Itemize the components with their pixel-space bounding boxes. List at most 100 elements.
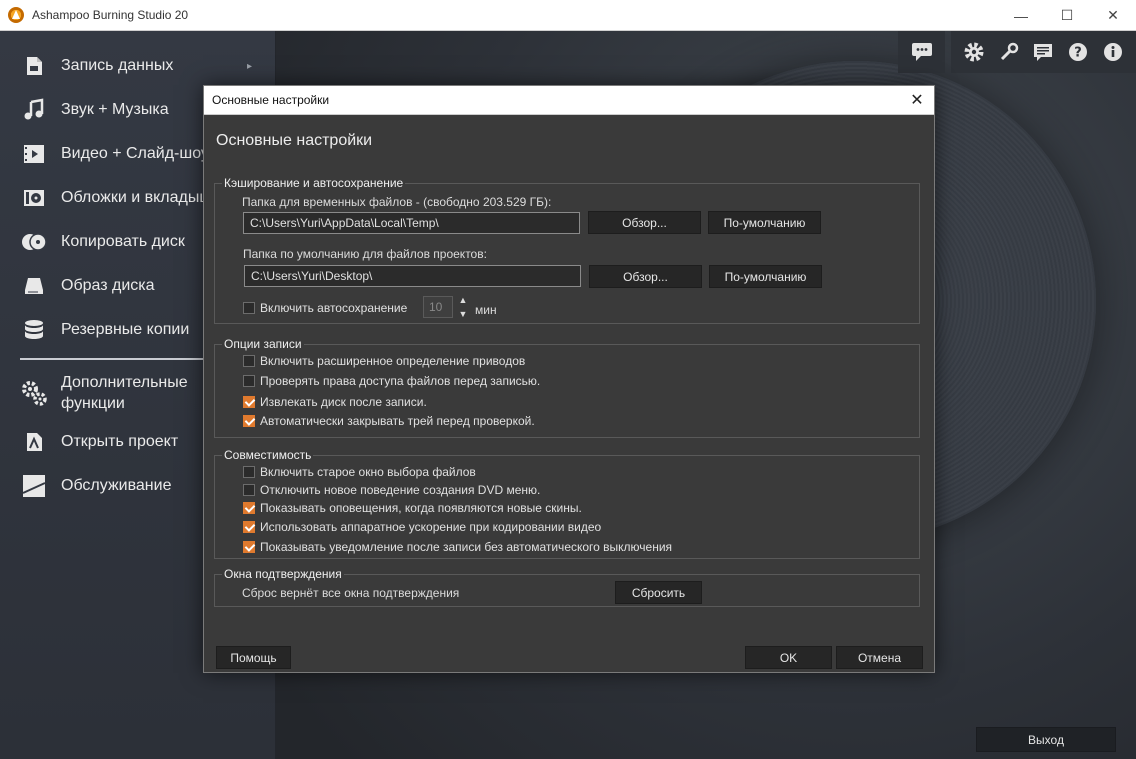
checkbox[interactable] xyxy=(243,541,255,553)
sidebar-item-label: Копировать диск xyxy=(61,233,185,250)
chevron-up-icon[interactable]: ▲ xyxy=(459,295,468,305)
checkbox-label: Проверять права доступа файлов перед зап… xyxy=(260,374,541,388)
copy-disc-icon xyxy=(20,228,48,256)
group-title: Совместимость xyxy=(222,448,314,462)
project-default-button[interactable]: По-умолчанию xyxy=(709,265,822,288)
checkbox-label: Извлекать диск после записи. xyxy=(260,395,427,409)
project-folder-label: Папка по умолчанию для файлов проектов: xyxy=(243,247,487,261)
temp-folder-input[interactable]: C:\Users\Yuri\AppData\Local\Temp\ xyxy=(243,212,580,234)
caching-group: Кэширование и автосохранение Папка для в… xyxy=(214,176,920,324)
exit-button[interactable]: Выход xyxy=(976,727,1116,752)
checkbox-label: Показывать оповещения, когда появляются … xyxy=(260,501,582,515)
checkbox[interactable] xyxy=(243,521,255,533)
ok-button[interactable]: OK xyxy=(745,646,832,669)
autosave-stepper[interactable]: ▲ ▼ xyxy=(455,295,471,319)
dialog-titlebar: Основные настройки ✕ xyxy=(204,86,934,115)
autosave-checkbox[interactable] xyxy=(243,302,255,314)
window-title: Ashampoo Burning Studio 20 xyxy=(32,8,189,22)
sidebar-item-label: Открыть проект xyxy=(61,433,179,450)
music-note-icon xyxy=(20,96,48,124)
sidebar-item-label: Резервные копии xyxy=(61,321,190,338)
sidebar-item-label: Запись данных xyxy=(61,57,174,74)
group-title: Опции записи xyxy=(222,337,304,351)
wrench-icon[interactable] xyxy=(998,41,1020,63)
compat-option-row[interactable]: Использовать аппаратное ускорение при ко… xyxy=(243,520,601,534)
checkbox-label: Показывать уведомление после записи без … xyxy=(260,540,673,554)
open-project-icon xyxy=(20,428,48,456)
checkbox[interactable] xyxy=(243,502,255,514)
dialog-heading: Основные настройки xyxy=(216,132,373,149)
app-logo-icon xyxy=(8,7,24,23)
project-browse-button[interactable]: Обзор... xyxy=(589,265,702,288)
temp-folder-label: Папка для временных файлов - (свободно 2… xyxy=(242,195,552,209)
help-button[interactable]: Помощь xyxy=(216,646,291,669)
checkbox[interactable] xyxy=(243,375,255,387)
checkbox-label: Включить расширенное определение приводо… xyxy=(260,354,526,368)
reset-button[interactable]: Сбросить xyxy=(615,581,702,604)
close-button[interactable]: ✕ xyxy=(1090,0,1136,31)
chevron-down-icon[interactable]: ▼ xyxy=(459,309,468,319)
checkbox[interactable] xyxy=(243,396,255,408)
dialog-close-button[interactable]: ✕ xyxy=(906,90,928,110)
help-icon[interactable]: ? xyxy=(1067,41,1089,63)
sidebar-item-label: Обложки и вкладыши xyxy=(61,189,222,206)
compat-option-row[interactable]: Показывать оповещения, когда появляются … xyxy=(243,501,582,515)
chat-icon[interactable] xyxy=(911,41,933,63)
minimize-button[interactable]: — xyxy=(998,0,1044,31)
group-title: Кэширование и автосохранение xyxy=(222,176,406,190)
checkbox[interactable] xyxy=(243,355,255,367)
maximize-button[interactable]: ☐ xyxy=(1044,0,1090,31)
film-icon xyxy=(20,140,48,168)
toolbar-feedback xyxy=(898,31,945,73)
document-icon xyxy=(20,52,48,80)
write-options-group: Опции записи Включить расширенное опреде… xyxy=(214,337,920,438)
write-option-row[interactable]: Извлекать диск после записи. xyxy=(243,395,427,409)
sidebar-item-label: Звук + Музыка xyxy=(61,101,169,118)
sidebar-item-label: Видео + Слайд-шоу xyxy=(61,145,209,162)
gear-icon[interactable] xyxy=(963,41,985,63)
sidebar-item-label: Образ диска xyxy=(61,277,155,294)
autosave-checkbox-row[interactable]: Включить автосохранение xyxy=(243,301,407,315)
project-folder-input[interactable]: C:\Users\Yuri\Desktop\ xyxy=(244,265,581,287)
dialog-title: Основные настройки xyxy=(212,93,330,107)
checkbox-label: Включить старое окно выбора файлов xyxy=(260,465,476,479)
write-option-row[interactable]: Включить расширенное определение приводо… xyxy=(243,354,525,368)
autosave-label: Включить автосохранение xyxy=(260,301,408,315)
window-controls: — ☐ ✕ xyxy=(998,0,1136,31)
sidebar-item-label: Дополнительные функции xyxy=(61,374,188,412)
toolbar-main: ? xyxy=(951,31,1136,73)
compatibility-group: Совместимость Включить старое окно выбор… xyxy=(214,448,920,559)
maintenance-icon xyxy=(20,472,48,500)
cover-icon xyxy=(20,184,48,212)
comment-icon[interactable] xyxy=(1032,41,1054,63)
compat-option-row[interactable]: Показывать уведомление после записи без … xyxy=(243,540,672,554)
checkbox-label: Автоматически закрывать трей перед прове… xyxy=(260,414,535,428)
autosave-minutes-input[interactable]: 10 xyxy=(423,296,453,318)
temp-browse-button[interactable]: Обзор... xyxy=(588,211,701,234)
sidebar-item-label: Обслуживание xyxy=(61,477,172,494)
sidebar-item-data-burn[interactable]: Запись данных ▸ xyxy=(0,52,276,80)
cancel-button[interactable]: Отмена xyxy=(836,646,923,669)
temp-default-button[interactable]: По-умолчанию xyxy=(708,211,821,234)
confirm-windows-group: Окна подтверждения Сброс вернёт все окна… xyxy=(214,567,920,607)
minutes-unit-label: мин xyxy=(475,303,497,317)
settings-dialog: Основные настройки ✕ Основные настройки … xyxy=(203,85,935,673)
svg-text:?: ? xyxy=(1074,46,1082,61)
checkbox-label: Отключить новое поведение создания DVD м… xyxy=(260,483,541,497)
gears-icon xyxy=(20,379,48,407)
confirm-reset-text: Сброс вернёт все окна подтверждения xyxy=(242,586,460,600)
info-icon[interactable] xyxy=(1102,41,1124,63)
compat-option-row[interactable]: Включить старое окно выбора файлов xyxy=(243,465,476,479)
group-title: Окна подтверждения xyxy=(222,567,344,581)
checkbox[interactable] xyxy=(243,466,255,478)
checkbox-label: Использовать аппаратное ускорение при ко… xyxy=(260,520,602,534)
write-option-row[interactable]: Автоматически закрывать трей перед прове… xyxy=(243,414,535,428)
compat-option-row[interactable]: Отключить новое поведение создания DVD м… xyxy=(243,483,540,497)
chevron-right-icon: ▸ xyxy=(246,60,252,72)
database-icon xyxy=(20,316,48,344)
write-option-row[interactable]: Проверять права доступа файлов перед зап… xyxy=(243,374,540,388)
checkbox[interactable] xyxy=(243,484,255,496)
checkbox[interactable] xyxy=(243,415,255,427)
window-titlebar: Ashampoo Burning Studio 20 — ☐ ✕ xyxy=(0,0,1136,31)
disk-image-icon xyxy=(20,272,48,300)
